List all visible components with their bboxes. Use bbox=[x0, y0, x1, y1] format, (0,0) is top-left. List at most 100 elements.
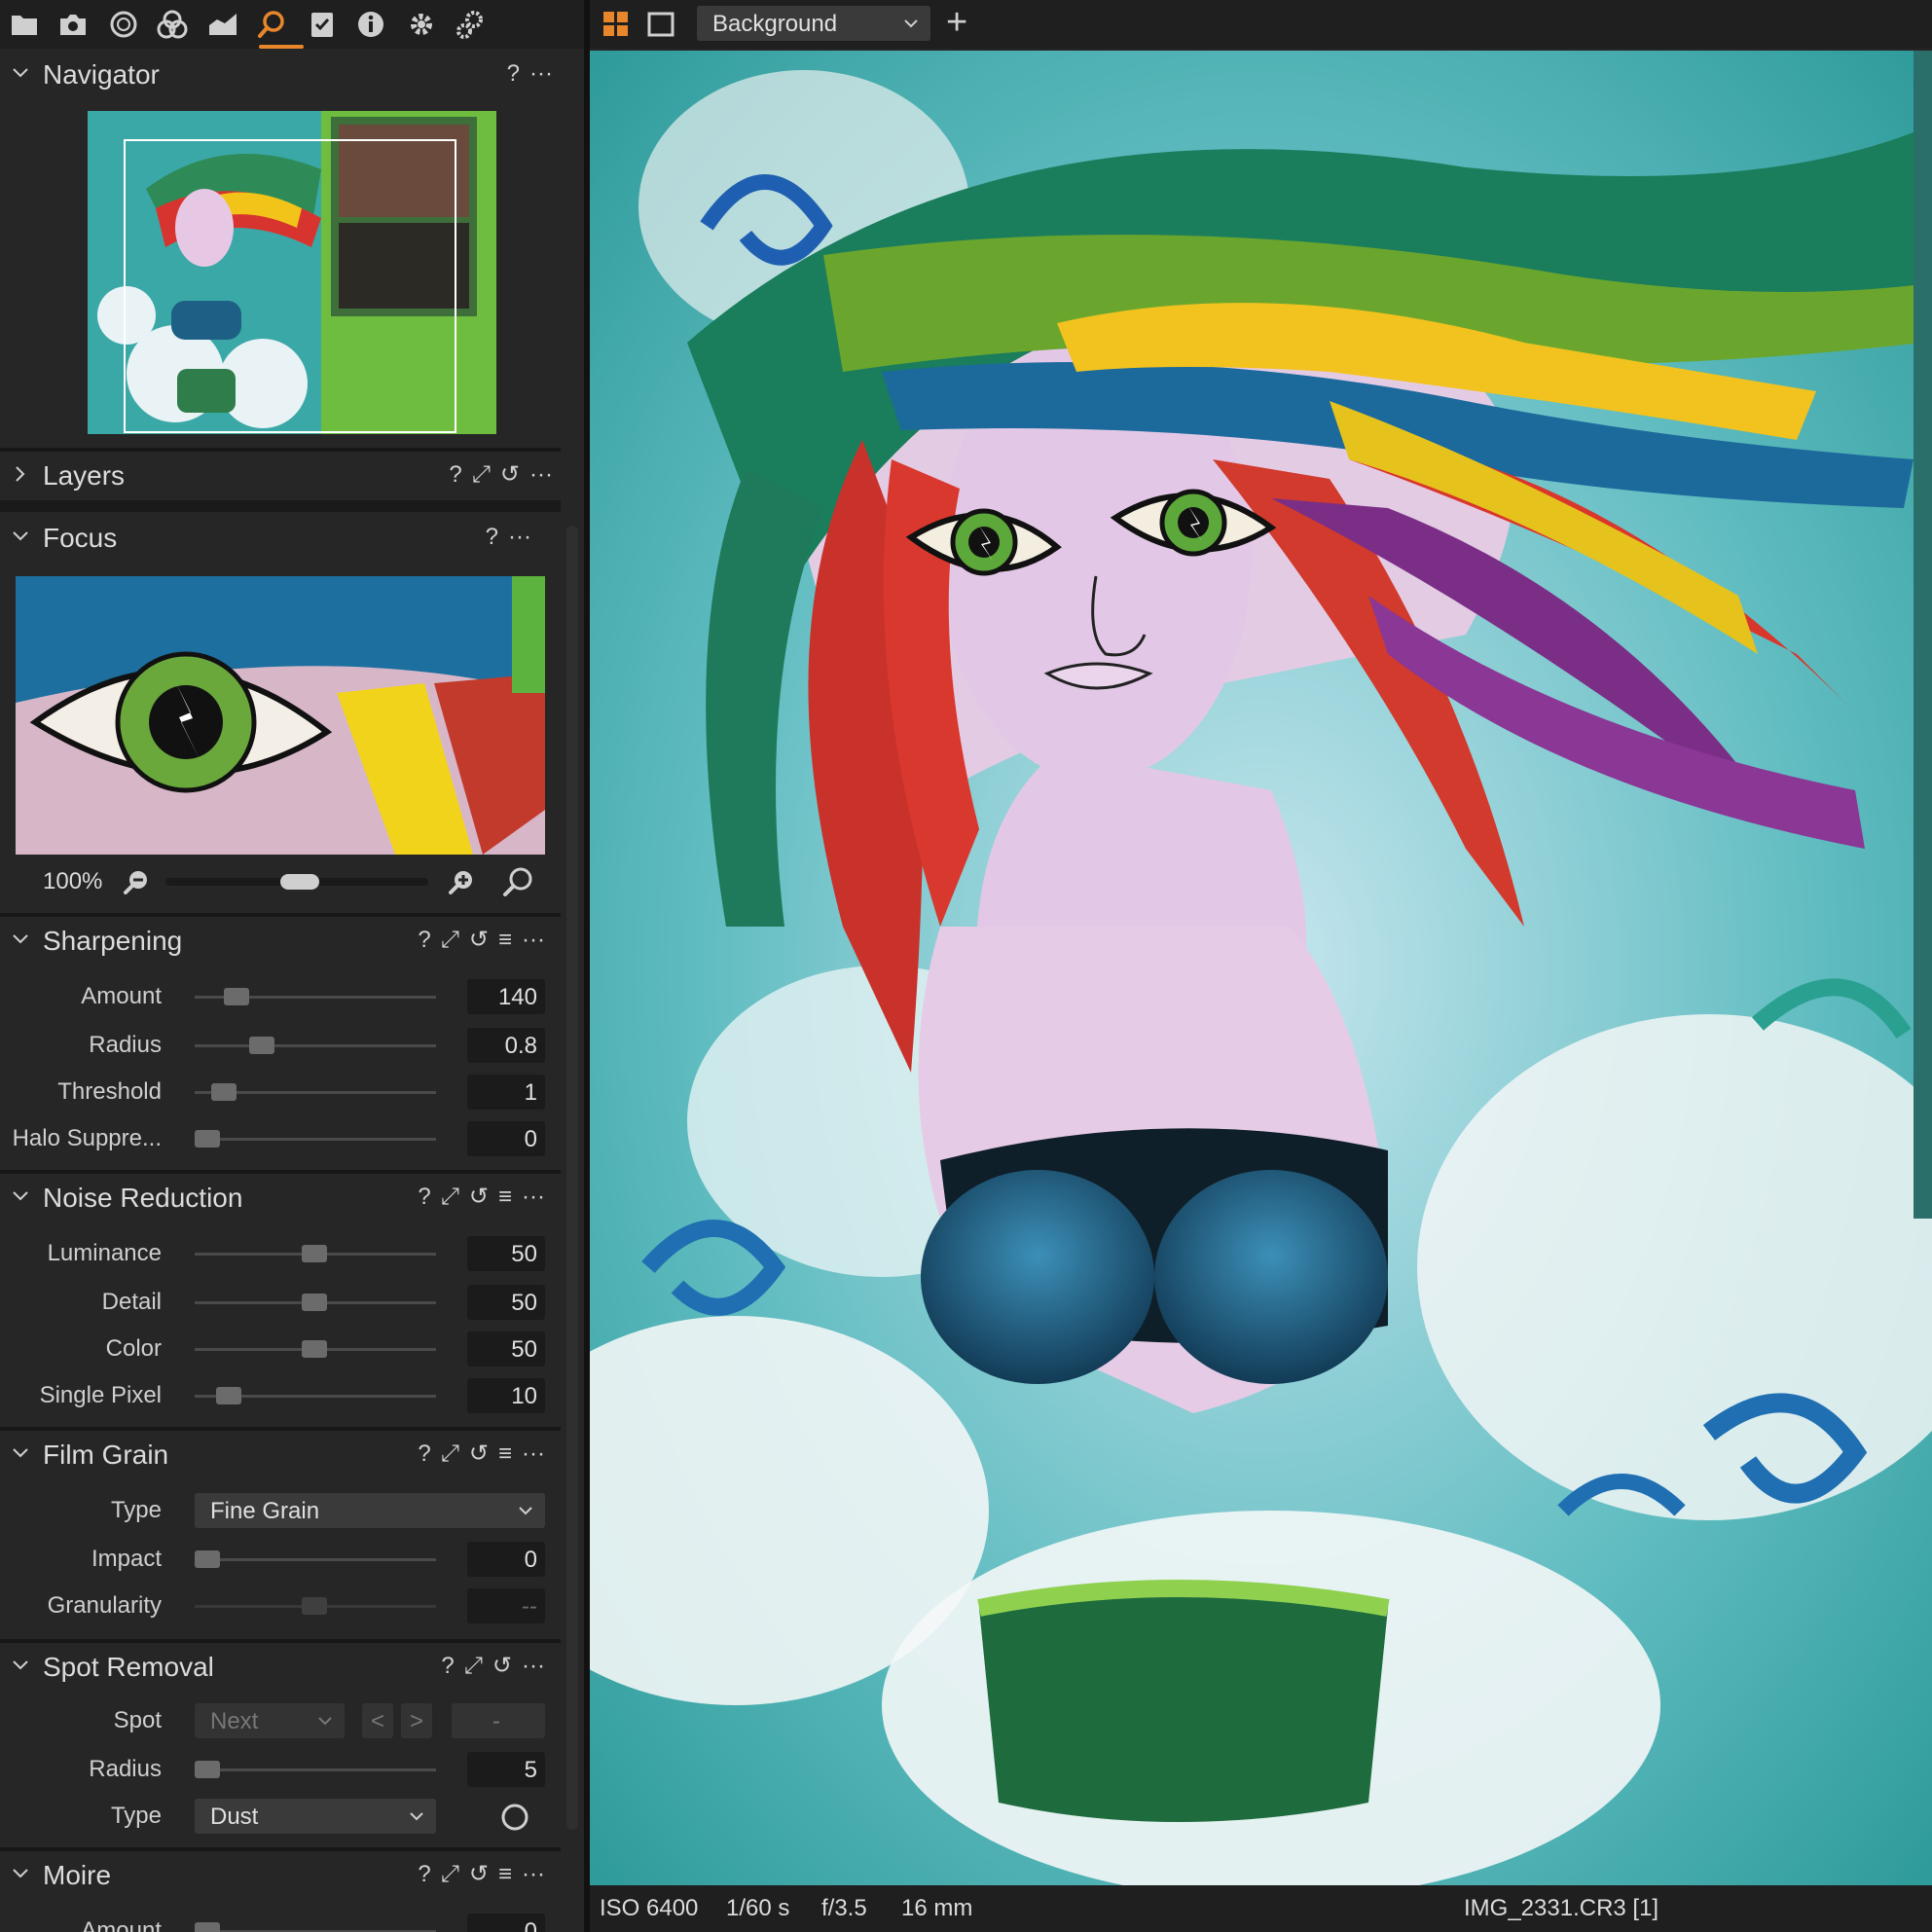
more-icon[interactable]: ··· bbox=[522, 1440, 545, 1468]
adjustments-icon[interactable] bbox=[306, 8, 339, 41]
luminance-value-field[interactable]: 50 bbox=[467, 1236, 545, 1271]
more-icon[interactable]: ··· bbox=[522, 1184, 545, 1211]
chevron-down-icon[interactable] bbox=[12, 1444, 29, 1462]
color-slider[interactable] bbox=[195, 1340, 436, 1358]
add-layer-button[interactable]: + bbox=[946, 2, 967, 44]
zoom-out-icon[interactable] bbox=[123, 868, 150, 895]
help-icon[interactable]: ? bbox=[449, 461, 461, 489]
presets-icon[interactable]: ≡ bbox=[498, 1861, 512, 1888]
copy-settings-icon[interactable]: ⤢ bbox=[441, 1184, 459, 1211]
radius-slider[interactable] bbox=[195, 1037, 436, 1054]
slider-knob[interactable] bbox=[302, 1340, 327, 1358]
chevron-down-icon[interactable] bbox=[12, 930, 29, 948]
slider-knob[interactable] bbox=[195, 1922, 220, 1932]
layer-select-dropdown[interactable]: Background bbox=[697, 6, 930, 41]
batch-icon[interactable] bbox=[454, 8, 487, 41]
luminance-slider[interactable] bbox=[195, 1245, 436, 1262]
layers-header[interactable]: Layers ? ⤢ ↺ ··· bbox=[0, 452, 561, 498]
reset-icon[interactable]: ↺ bbox=[469, 1184, 489, 1211]
help-icon[interactable]: ? bbox=[418, 1184, 430, 1211]
lens-icon[interactable] bbox=[107, 8, 140, 41]
help-icon[interactable]: ? bbox=[418, 1440, 430, 1468]
slider-knob[interactable] bbox=[216, 1387, 241, 1404]
spot-dropdown[interactable]: Next bbox=[195, 1703, 345, 1738]
spot-radius-value-field[interactable]: 5 bbox=[467, 1752, 545, 1787]
single-pixel-slider[interactable] bbox=[195, 1387, 436, 1404]
help-icon[interactable]: ? bbox=[507, 60, 520, 88]
zoom-slider-knob[interactable] bbox=[280, 874, 319, 890]
reset-icon[interactable]: ↺ bbox=[469, 927, 489, 954]
slider-knob[interactable] bbox=[302, 1294, 327, 1311]
camera-icon[interactable] bbox=[56, 8, 90, 41]
more-icon[interactable]: ··· bbox=[529, 461, 553, 489]
more-icon[interactable]: ··· bbox=[522, 927, 545, 954]
navigator-header[interactable]: Navigator ? ··· bbox=[0, 51, 561, 97]
single-view-icon[interactable] bbox=[646, 10, 675, 39]
chevron-down-icon[interactable] bbox=[12, 1865, 29, 1882]
reset-icon[interactable]: ↺ bbox=[469, 1440, 489, 1468]
presets-icon[interactable]: ≡ bbox=[498, 1184, 512, 1211]
color-value-field[interactable]: 50 bbox=[467, 1331, 545, 1367]
more-icon[interactable]: ··· bbox=[522, 1861, 545, 1888]
help-icon[interactable]: ? bbox=[441, 1653, 454, 1680]
help-icon[interactable]: ? bbox=[486, 524, 498, 551]
slider-knob[interactable] bbox=[249, 1037, 274, 1054]
copy-settings-icon[interactable]: ⤢ bbox=[441, 1861, 459, 1888]
slider-knob[interactable] bbox=[195, 1761, 220, 1778]
zoom-slider[interactable] bbox=[165, 874, 428, 890]
zoom-in-icon[interactable] bbox=[448, 868, 475, 895]
halo-slider[interactable] bbox=[195, 1130, 436, 1148]
presets-icon[interactable]: ≡ bbox=[498, 927, 512, 954]
copy-settings-icon[interactable]: ⤢ bbox=[472, 461, 491, 489]
amount-value-field[interactable]: 140 bbox=[467, 979, 545, 1014]
spot-radius-slider[interactable] bbox=[195, 1761, 436, 1778]
reset-icon[interactable]: ↺ bbox=[492, 1653, 512, 1680]
single-pixel-value-field[interactable]: 10 bbox=[467, 1378, 545, 1413]
reset-icon[interactable]: ↺ bbox=[500, 461, 520, 489]
detail-slider[interactable] bbox=[195, 1294, 436, 1311]
moire-amount-value-field[interactable]: 0 bbox=[467, 1914, 545, 1932]
chevron-down-icon[interactable] bbox=[12, 64, 29, 82]
exposure-icon[interactable] bbox=[206, 8, 239, 41]
more-icon[interactable]: ··· bbox=[508, 524, 531, 551]
copy-settings-icon[interactable]: ⤢ bbox=[441, 927, 459, 954]
impact-value-field[interactable]: 0 bbox=[467, 1542, 545, 1577]
noise-reduction-header[interactable]: Noise Reduction ? ⤢ ↺ ≡ ··· bbox=[0, 1174, 561, 1221]
presets-icon[interactable]: ≡ bbox=[498, 1440, 512, 1468]
slider-knob[interactable] bbox=[224, 988, 249, 1005]
threshold-value-field[interactable]: 1 bbox=[467, 1075, 545, 1110]
help-icon[interactable]: ? bbox=[418, 927, 430, 954]
output-icon[interactable] bbox=[405, 8, 438, 41]
spot-removal-header[interactable]: Spot Removal ? ⤢ ↺ ··· bbox=[0, 1643, 561, 1690]
next-spot-button[interactable]: > bbox=[401, 1703, 432, 1738]
more-icon[interactable]: ··· bbox=[529, 60, 553, 88]
radius-value-field[interactable]: 0.8 bbox=[467, 1028, 545, 1063]
folder-icon[interactable] bbox=[8, 8, 41, 41]
copy-settings-icon[interactable]: ⤢ bbox=[441, 1440, 459, 1468]
chevron-down-icon[interactable] bbox=[12, 1657, 29, 1674]
threshold-slider[interactable] bbox=[195, 1083, 436, 1101]
impact-slider[interactable] bbox=[195, 1550, 436, 1568]
chevron-down-icon[interactable] bbox=[12, 528, 29, 545]
amount-slider[interactable] bbox=[195, 988, 436, 1005]
spot-circle-icon[interactable] bbox=[500, 1803, 529, 1832]
chevron-right-icon[interactable] bbox=[12, 465, 29, 483]
slider-knob[interactable] bbox=[211, 1083, 237, 1101]
focus-header[interactable]: Focus ? ··· bbox=[0, 514, 561, 561]
grain-type-dropdown[interactable]: Fine Grain bbox=[195, 1493, 545, 1528]
moire-header[interactable]: Moire ? ⤢ ↺ ≡ ··· bbox=[0, 1851, 561, 1898]
grid-view-icon[interactable] bbox=[601, 10, 631, 39]
slider-knob[interactable] bbox=[195, 1130, 220, 1148]
help-icon[interactable]: ? bbox=[418, 1861, 430, 1888]
navigator-thumbnail[interactable] bbox=[88, 111, 496, 434]
reset-icon[interactable]: ↺ bbox=[469, 1861, 489, 1888]
sharpening-header[interactable]: Sharpening ? ⤢ ↺ ≡ ··· bbox=[0, 917, 561, 964]
chevron-down-icon[interactable] bbox=[12, 1187, 29, 1205]
color-icon[interactable] bbox=[156, 8, 189, 41]
spot-type-dropdown[interactable]: Dust bbox=[195, 1799, 436, 1834]
focus-preview[interactable] bbox=[16, 576, 545, 855]
more-icon[interactable]: ··· bbox=[522, 1653, 545, 1680]
detail-value-field[interactable]: 50 bbox=[467, 1285, 545, 1320]
panel-scrollbar[interactable] bbox=[566, 526, 578, 1830]
copy-settings-icon[interactable]: ⤢ bbox=[464, 1653, 483, 1680]
